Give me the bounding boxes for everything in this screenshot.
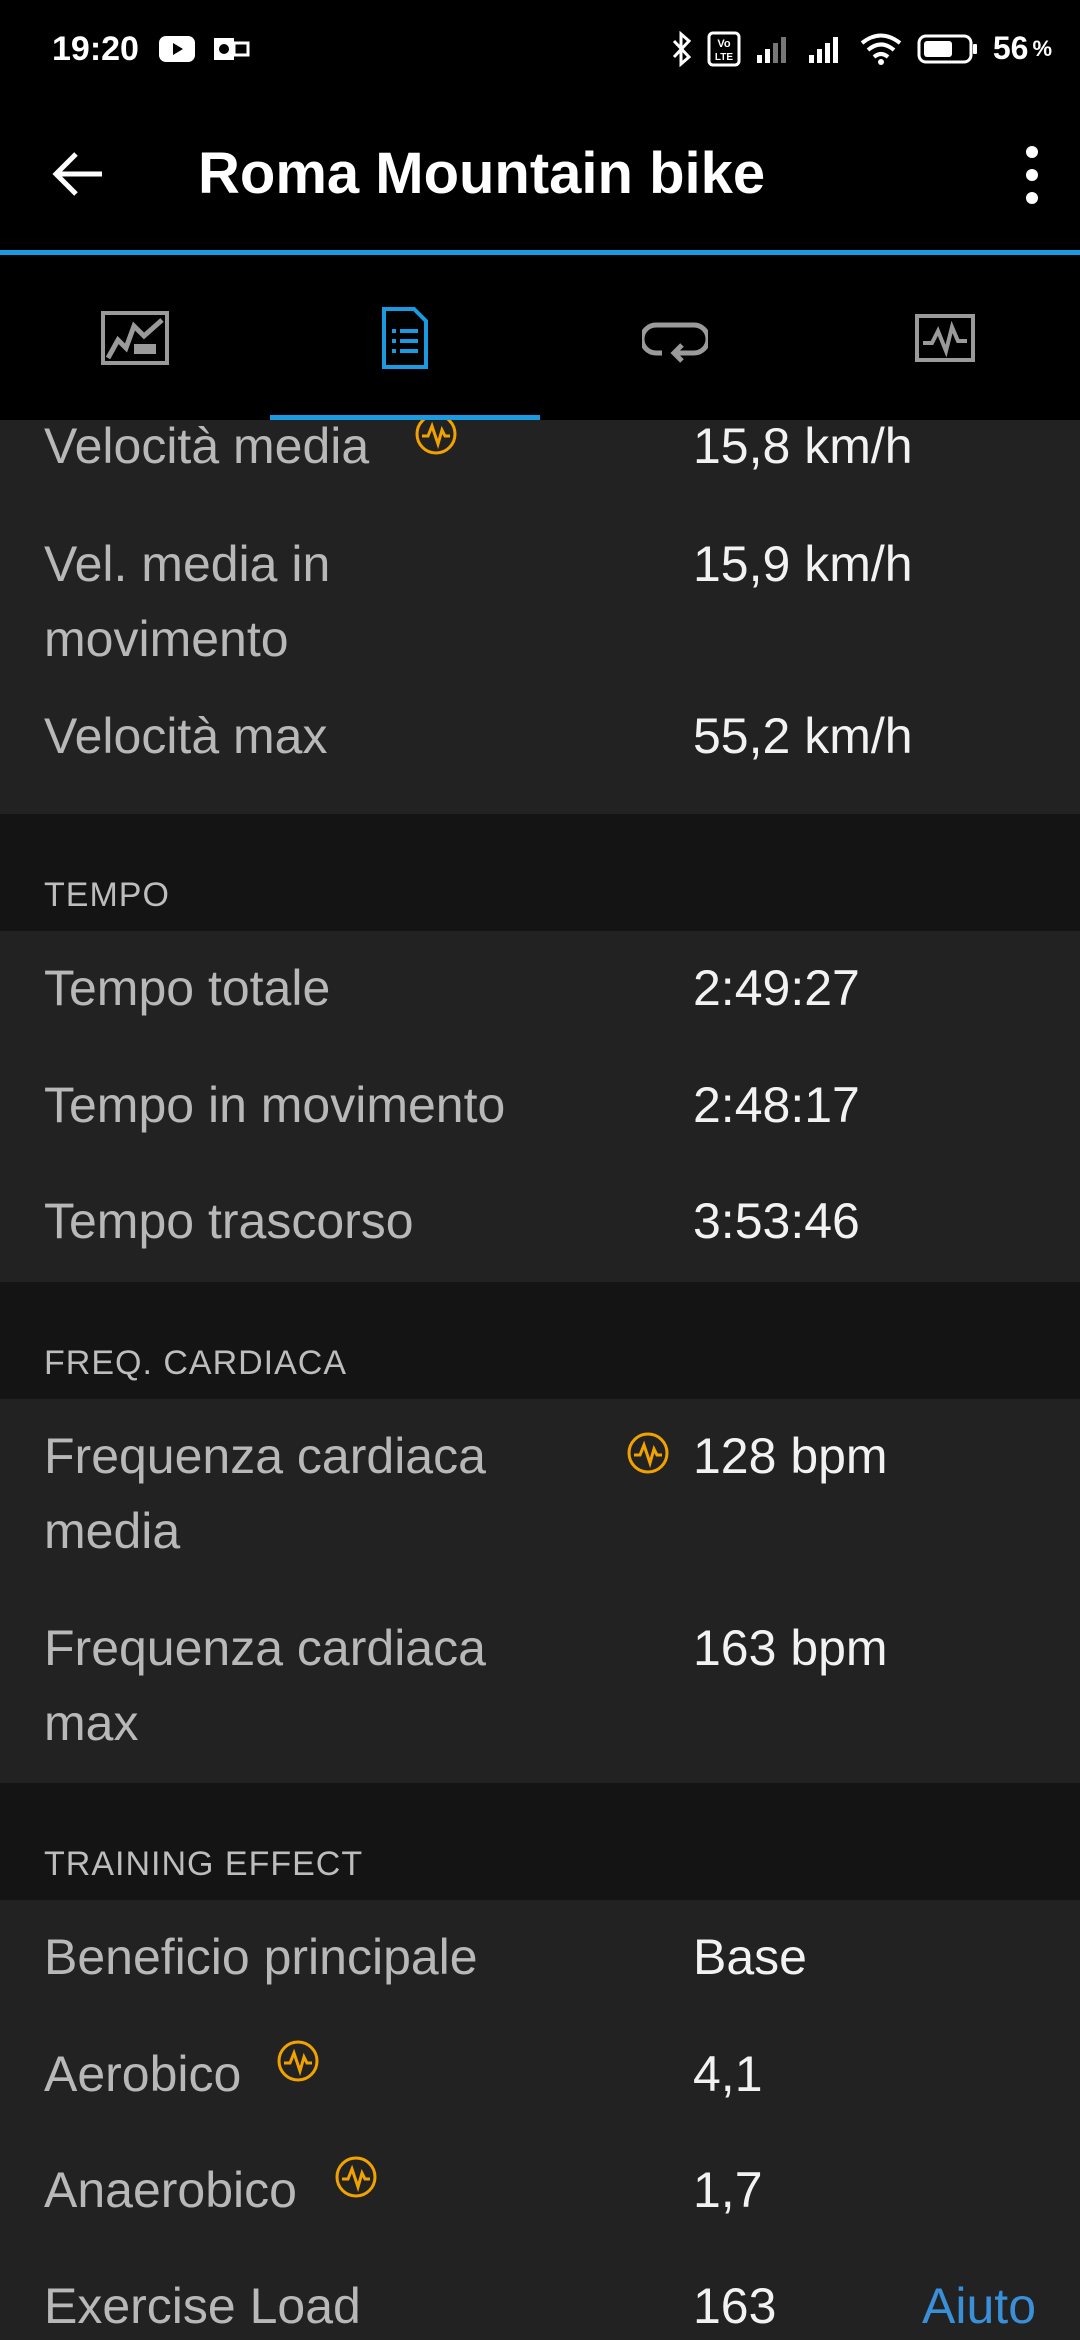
tab-details[interactable]: [270, 255, 540, 420]
avg-hr-label: Frequenza cardiaca media: [44, 1428, 486, 1559]
help-link[interactable]: Aiuto: [922, 2269, 1036, 2340]
moving-speed-value: 15,9 km/h: [693, 536, 913, 592]
anaerobic-value: 1,7: [693, 2162, 763, 2218]
max-speed-label: Velocità max: [44, 708, 328, 764]
training-effect-icon: [627, 1432, 669, 1474]
section-title-training-effect: TRAINING EFFECT: [44, 1845, 364, 1883]
total-time-label: Tempo totale: [44, 960, 331, 1016]
section-header-heart-rate: FREQ. CARDIACA: [0, 1282, 1080, 1399]
outlook-icon: [214, 38, 250, 60]
bluetooth-icon: [672, 30, 691, 67]
anaerobic-label: Anaerobico: [44, 2162, 297, 2218]
signal-icon: [756, 36, 786, 63]
tab-charts[interactable]: [810, 255, 1080, 420]
max-hr-label: Frequenza cardiaca max: [44, 1620, 486, 1751]
back-arrow-icon[interactable]: [50, 144, 110, 204]
youtube-icon: [159, 36, 195, 62]
signal-icon-2: [808, 36, 838, 63]
row-aerobic: Aerobico 4,1: [0, 2017, 1080, 2133]
max-hr-value: 163 bpm: [693, 1620, 888, 1676]
svg-text:Vo: Vo: [717, 38, 731, 50]
row-primary-benefit: Beneficio principale Base: [0, 1900, 1080, 2017]
section-title-time: TEMPO: [44, 876, 170, 914]
aerobic-label: Aerobico: [44, 2046, 242, 2102]
aerobic-value: 4,1: [693, 2046, 763, 2102]
training-effect-icon: [277, 2040, 319, 2082]
page-title: Roma Mountain bike: [198, 141, 766, 206]
map-chart-icon: [101, 310, 169, 365]
row-max-speed: Velocità max 55,2 km/h: [0, 699, 1080, 814]
wifi-icon: [860, 33, 902, 65]
row-avg-hr: Frequenza cardiaca media 128 bpm: [0, 1399, 1080, 1591]
row-exercise-load: Exercise Load 163 Aiuto: [0, 2249, 1080, 2340]
row-total-time: Tempo totale 2:49:27: [0, 931, 1080, 1048]
tab-overview[interactable]: [0, 255, 270, 420]
battery-level: 56: [992, 30, 1029, 66]
training-effect-icon: [415, 420, 457, 455]
row-moving-speed: Vel. media in movimento 15,9 km/h: [0, 507, 1080, 699]
graph-icon: [915, 313, 975, 362]
row-moving-time: Tempo in movimento 2:48:17: [0, 1048, 1080, 1164]
svg-text:LTE: LTE: [715, 52, 733, 63]
max-speed-value: 55,2 km/h: [693, 708, 913, 764]
system-icons: Vo LTE 56%: [671, 30, 1052, 67]
elapsed-time-value: 3:53:46: [693, 1193, 860, 1249]
avg-speed-label: Velocità media: [44, 420, 370, 474]
app-bar: Roma Mountain bike: [0, 100, 1080, 250]
section-header-time: TEMPO: [0, 814, 1080, 931]
moving-time-value: 2:48:17: [693, 1077, 860, 1133]
exercise-load-value: 163: [693, 2278, 777, 2334]
battery-unit: %: [1032, 35, 1052, 61]
activity-details[interactable]: Velocità media 15,8 km/h Vel. media in m…: [0, 420, 1080, 2340]
row-avg-speed: Velocità media 15,8 km/h: [0, 420, 1080, 507]
list-document-icon: [382, 306, 428, 369]
tab-laps[interactable]: [540, 255, 810, 420]
battery-icon: [917, 34, 977, 63]
total-time-value: 2:49:27: [693, 960, 860, 1016]
laps-loop-icon: [642, 322, 708, 363]
volte-icon: Vo LTE: [707, 31, 741, 66]
exercise-load-label: Exercise Load: [44, 2278, 361, 2334]
more-options-icon[interactable]: [1002, 140, 1062, 210]
moving-time-label: Tempo in movimento: [44, 1077, 506, 1133]
tab-bar: [0, 255, 1080, 420]
training-effect-icon: [335, 2156, 377, 2198]
section-title-heart-rate: FREQ. CARDIACA: [44, 1344, 348, 1382]
row-max-hr: Frequenza cardiaca max 163 bpm: [0, 1591, 1080, 1783]
status-time: 19:20: [52, 30, 139, 68]
row-elapsed-time: Tempo trascorso 3:53:46: [0, 1164, 1080, 1282]
elapsed-time-label: Tempo trascorso: [44, 1193, 414, 1249]
avg-hr-value: 128 bpm: [693, 1428, 888, 1484]
primary-benefit-value: Base: [693, 1929, 807, 1985]
row-anaerobic: Anaerobico 1,7: [0, 2133, 1080, 2249]
avg-speed-value: 15,8 km/h: [693, 420, 913, 474]
section-header-training-effect: TRAINING EFFECT: [0, 1783, 1080, 1900]
primary-benefit-label: Beneficio principale: [44, 1929, 478, 1985]
moving-speed-label: Vel. media in movimento: [44, 536, 331, 667]
notification-icons: [158, 34, 250, 64]
status-bar: 19:20 Vo LTE 56 %: [0, 0, 1080, 100]
